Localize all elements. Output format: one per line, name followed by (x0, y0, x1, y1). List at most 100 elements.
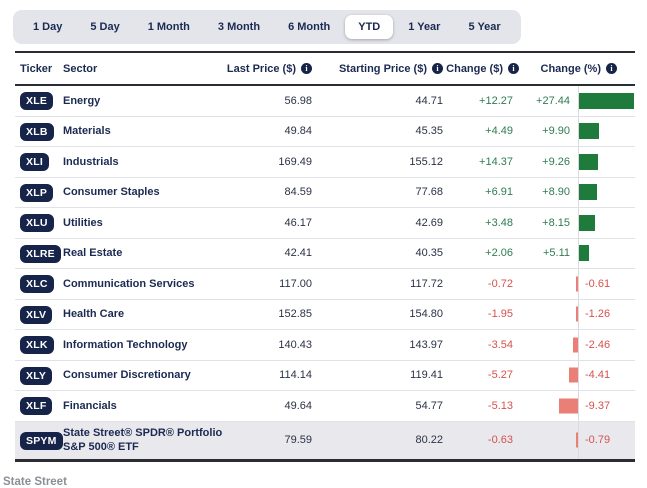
tab-1-day[interactable]: 1 Day (20, 15, 75, 39)
starting-price-value: 54.77 (318, 400, 449, 412)
table-body: XLEEnergy56.9844.71+12.27+27.44XLBMateri… (15, 86, 635, 462)
change-dollar-value: -3.54 (449, 339, 519, 351)
change-dollar-value: +2.06 (449, 247, 519, 259)
change-percent-bar (579, 184, 597, 200)
last-price-value: 169.49 (230, 156, 318, 168)
brand-footer: State Street (3, 476, 647, 488)
ticker-badge: XLK (20, 336, 54, 354)
change-percent-bar (559, 398, 578, 413)
change-dollar-value: +3.48 (449, 217, 519, 229)
change-percent-cell: +5.11 (519, 239, 635, 269)
table-row-xlc: XLCCommunication Services117.00117.72-0.… (15, 269, 635, 300)
change-percent-value: +8.90 (542, 186, 570, 198)
table-row-xlu: XLUUtilities46.1742.69+3.48+8.15 (15, 208, 635, 239)
col-change-dollar: Change ($)i (449, 63, 519, 75)
ticker-cell: XLC (15, 274, 63, 293)
info-icon[interactable]: i (432, 63, 443, 74)
change-percent-bar (579, 245, 589, 261)
ticker-badge: XLY (20, 367, 52, 385)
info-icon[interactable]: i (606, 63, 617, 74)
ticker-badge: XLP (20, 184, 53, 202)
ticker-cell: XLI (15, 152, 63, 171)
sector-name: Utilities (63, 216, 230, 230)
bar-baseline (578, 391, 579, 421)
last-price-value: 117.00 (230, 278, 318, 290)
change-percent-value: -1.26 (585, 308, 610, 320)
change-dollar-value: -5.13 (449, 400, 519, 412)
starting-price-value: 77.68 (318, 186, 449, 198)
last-price-value: 46.17 (230, 217, 318, 229)
last-price-value: 49.84 (230, 125, 318, 137)
last-price-value: 42.41 (230, 247, 318, 259)
info-icon[interactable]: i (301, 63, 312, 74)
table-row-xlf: XLFFinancials49.6454.77-5.13-9.37 (15, 391, 635, 422)
ticker-badge: XLV (20, 306, 52, 324)
ticker-badge: SPYM (20, 432, 63, 450)
ticker-badge: XLRE (20, 245, 61, 263)
last-price-value: 56.98 (230, 95, 318, 107)
table-row-xly: XLYConsumer Discretionary114.14119.41-5.… (15, 361, 635, 392)
sector-name: Industrials (63, 155, 230, 169)
bar-baseline (578, 422, 579, 459)
last-price-value: 49.64 (230, 400, 318, 412)
last-price-value: 79.59 (230, 434, 318, 446)
last-price-value: 84.59 (230, 186, 318, 198)
table-row-xle: XLEEnergy56.9844.71+12.27+27.44 (15, 86, 635, 117)
table-row-xlv: XLV Health Care152.85154.80-1.95 -1.26 (15, 300, 635, 331)
ticker-cell: XLP (15, 183, 63, 202)
tab-5-day[interactable]: 5 Day (77, 15, 132, 39)
change-percent-value: +9.26 (542, 156, 570, 168)
change-dollar-value: -1.95 (449, 308, 519, 320)
period-tab-bar: 1 Day5 Day1 Month3 Month6 MonthYTD1 Year… (13, 10, 521, 44)
sector-name: Financials (63, 399, 230, 413)
col-last-price-label: Last Price ($) (227, 63, 296, 75)
ticker-badge: XLF (20, 397, 52, 415)
table-row-spym: SPYMState Street® SPDR® Portfolio S&P 50… (15, 422, 635, 462)
tab-5-year[interactable]: 5 Year (455, 15, 513, 39)
change-dollar-value: -0.72 (449, 278, 519, 290)
change-percent-bar (569, 368, 578, 383)
sector-name: Health Care (63, 307, 230, 321)
change-percent-bar (579, 93, 634, 109)
ticker-cell: XLF (15, 396, 63, 415)
change-percent-cell: +9.90 (519, 117, 635, 147)
last-price-value: 152.85 (230, 308, 318, 320)
bar-baseline (578, 330, 579, 360)
change-percent-bar (573, 337, 578, 352)
col-starting-price-label: Starting Price ($) (339, 63, 427, 75)
sector-name: Real Estate (63, 246, 230, 260)
tab-6-month[interactable]: 6 Month (275, 15, 343, 39)
col-change-percent-label: Change (%) (541, 63, 602, 75)
change-percent-cell: -4.41 (519, 361, 635, 391)
sector-performance-widget: 1 Day5 Day1 Month3 Month6 MonthYTD1 Year… (0, 0, 647, 488)
ticker-cell: XLY (15, 366, 63, 385)
change-percent-value: +8.15 (542, 217, 570, 229)
info-icon[interactable]: i (508, 63, 519, 74)
change-percent-cell: +9.26 (519, 147, 635, 177)
tab-3-month[interactable]: 3 Month (205, 15, 273, 39)
starting-price-value: 154.80 (318, 308, 449, 320)
starting-price-value: 119.41 (318, 369, 449, 381)
change-dollar-value: +6.91 (449, 186, 519, 198)
tab-1-month[interactable]: 1 Month (135, 15, 203, 39)
sector-name: State Street® SPDR® Portfolio S&P 500® E… (63, 426, 230, 455)
ticker-cell: XLRE (15, 244, 63, 263)
sector-name: Consumer Discretionary (63, 368, 230, 382)
last-price-value: 140.43 (230, 339, 318, 351)
ticker-badge: XLB (20, 123, 54, 141)
tab-ytd[interactable]: YTD (345, 15, 393, 39)
change-percent-cell: +8.15 (519, 208, 635, 238)
table-row-xlre: XLREReal Estate42.4140.35+2.06 +5.11 (15, 239, 635, 270)
table-row-xlp: XLPConsumer Staples84.5977.68+6.91+8.90 (15, 178, 635, 209)
change-dollar-value: +14.37 (449, 156, 519, 168)
starting-price-value: 40.35 (318, 247, 449, 259)
col-ticker: Ticker (15, 63, 63, 75)
ticker-cell: XLB (15, 122, 63, 141)
change-percent-bar (576, 307, 579, 322)
change-percent-value: +5.11 (543, 247, 570, 259)
change-percent-cell: -0.61 (519, 269, 635, 299)
tab-1-year[interactable]: 1 Year (395, 15, 453, 39)
ticker-cell: SPYM (15, 431, 63, 450)
change-percent-cell: -0.79 (519, 422, 635, 459)
starting-price-value: 44.71 (318, 95, 449, 107)
